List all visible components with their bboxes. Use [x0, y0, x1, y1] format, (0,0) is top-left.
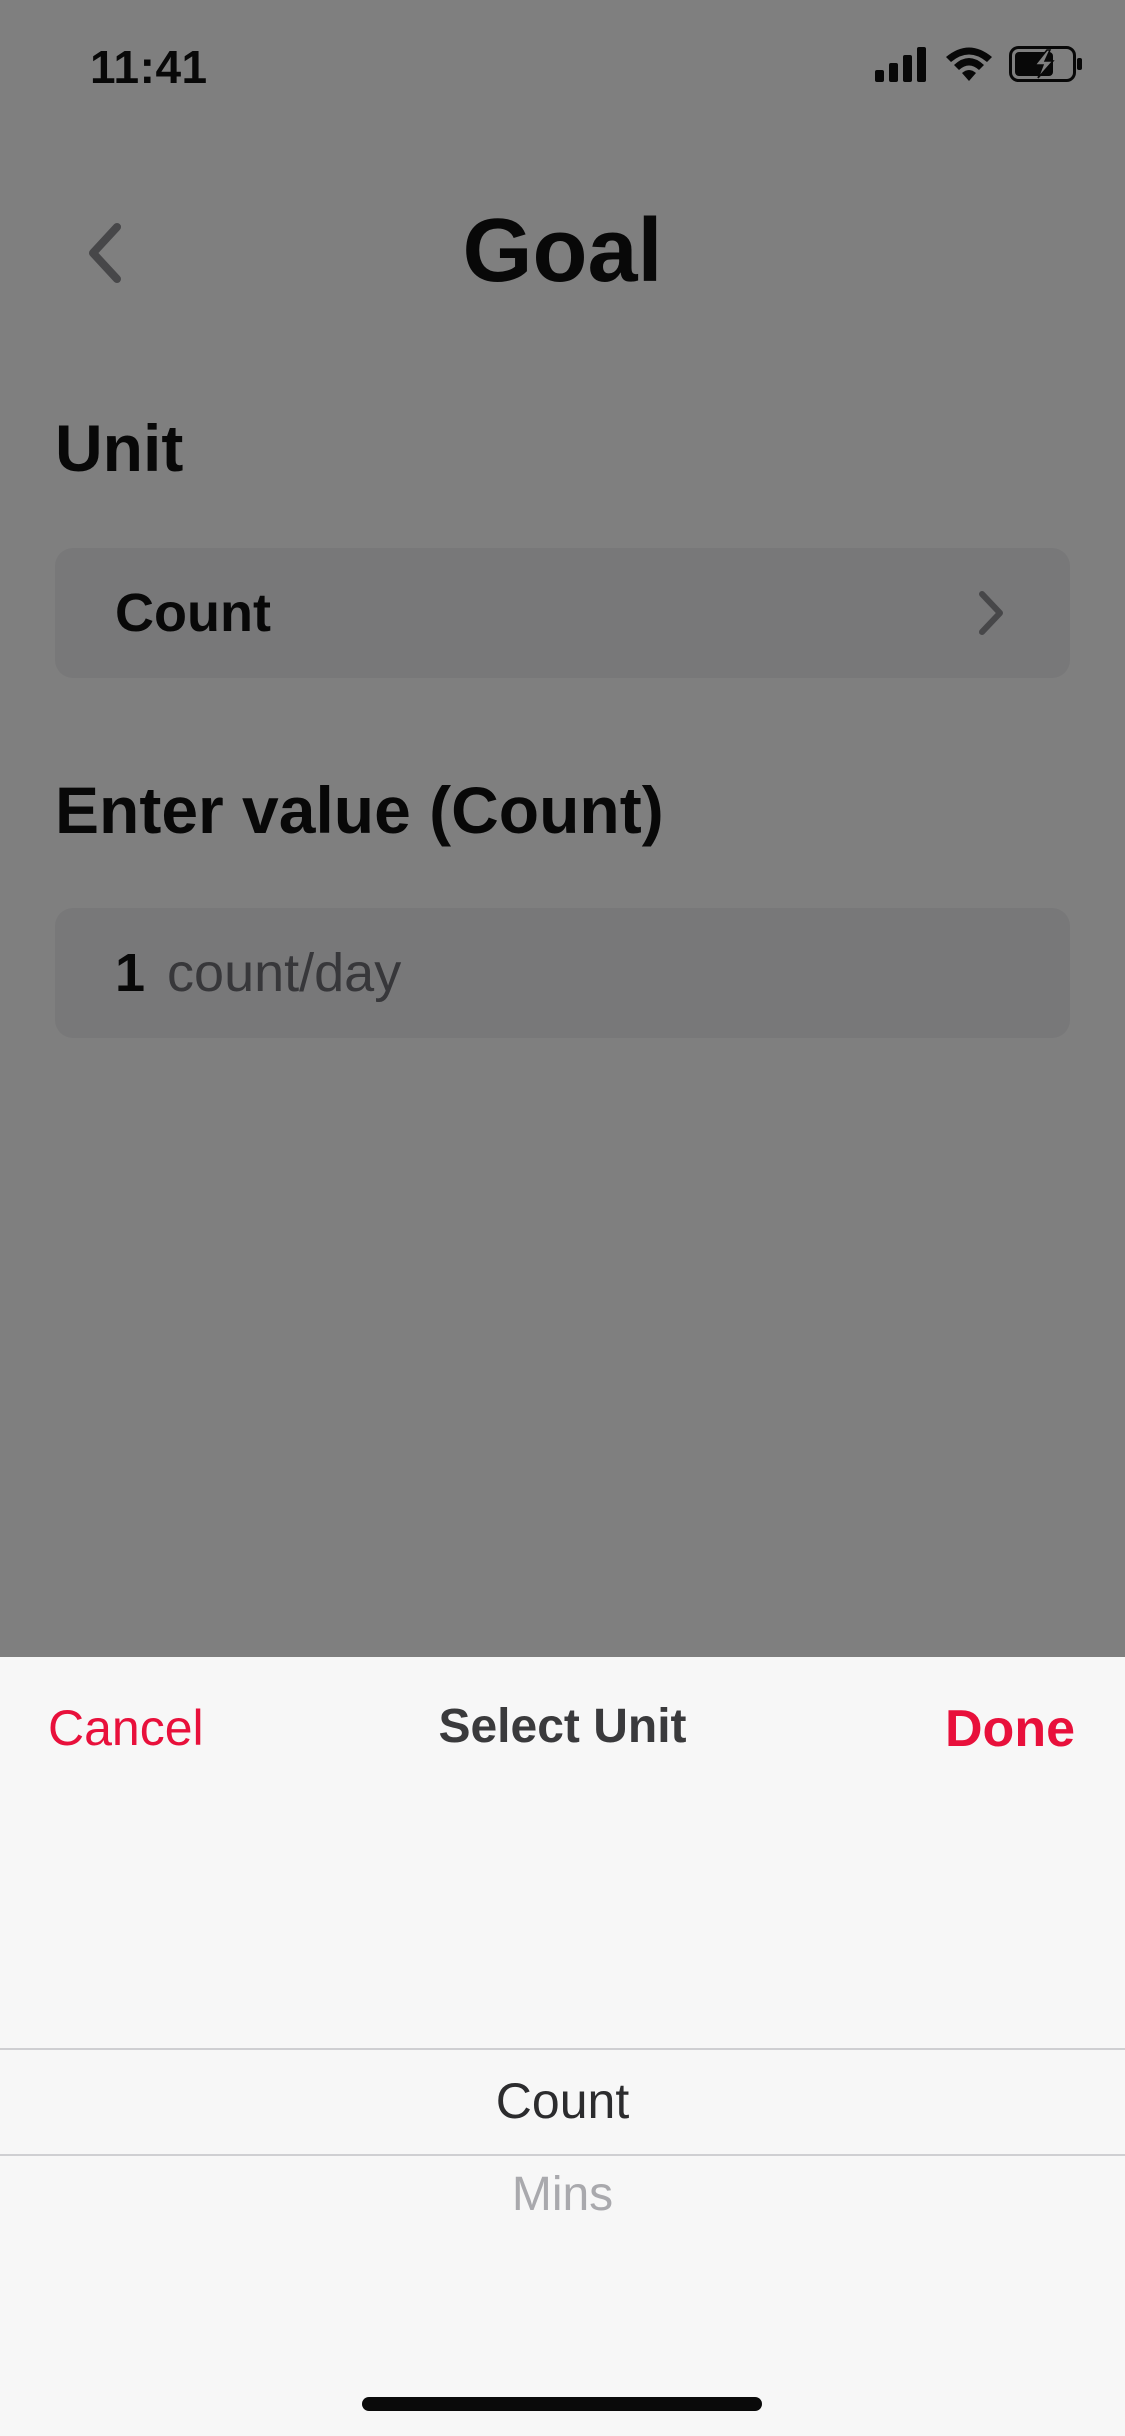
- goal-screen: 11:41: [0, 0, 1125, 2436]
- picker-selection-bottom-line: [0, 2154, 1125, 2156]
- picker-option-count[interactable]: Count: [0, 2072, 1125, 2130]
- select-unit-sheet: Cancel Select Unit Done Count Mins: [0, 1657, 1125, 2436]
- picker-option-mins[interactable]: Mins: [0, 2167, 1125, 2222]
- picker-selection-top-line: [0, 2048, 1125, 2050]
- cancel-button[interactable]: Cancel: [48, 1699, 204, 1757]
- home-indicator: [362, 2397, 762, 2411]
- unit-picker[interactable]: Count Mins: [0, 1847, 1125, 2367]
- done-button[interactable]: Done: [945, 1699, 1075, 1759]
